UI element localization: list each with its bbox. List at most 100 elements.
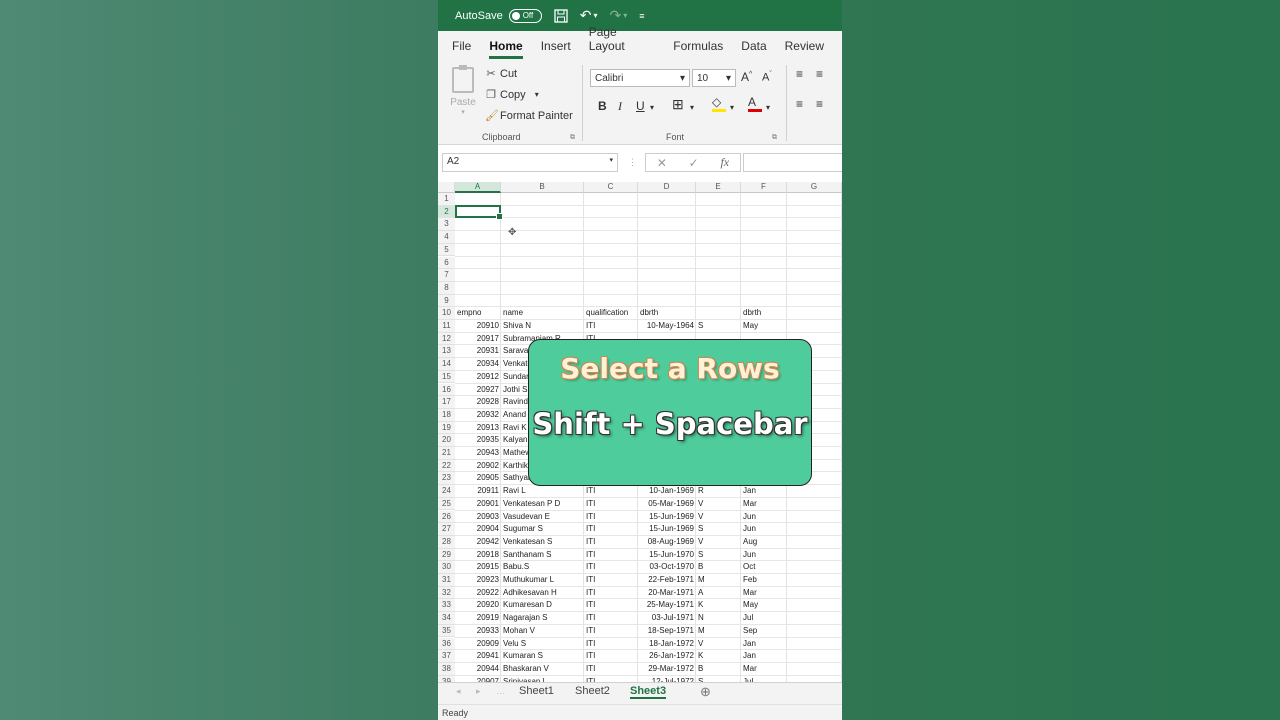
font-color-icon[interactable]: A [748,95,762,112]
table-cell[interactable]: V [698,498,739,511]
row-header[interactable]: 33 [438,599,455,613]
fill-color-dropdown-icon[interactable]: ▾ [730,103,734,112]
table-cell[interactable]: S [698,549,739,562]
select-all-corner[interactable] [438,182,455,193]
table-cell[interactable]: 20928 [457,396,499,409]
row-header[interactable]: 11 [438,320,455,333]
table-cell[interactable]: May [743,320,785,333]
table-cell[interactable]: ITI [586,523,636,536]
row-header[interactable]: 16 [438,383,455,397]
row-header[interactable]: 32 [438,586,455,600]
underline-button[interactable]: U [636,99,645,113]
column-header[interactable]: E [696,182,741,193]
table-cell[interactable]: Venkatesan P D [503,498,582,511]
font-color-dropdown-icon[interactable]: ▾ [766,103,770,112]
table-cell[interactable]: V [698,638,739,651]
column-header[interactable]: A [455,182,501,193]
table-cell[interactable]: N [698,612,739,625]
row-header[interactable]: 18 [438,408,455,422]
table-cell[interactable]: 29-Mar-1972 [640,663,694,676]
undo-icon[interactable]: ↶ ▾ [580,7,598,24]
row-header[interactable]: 4 [438,231,455,244]
table-cell[interactable]: S [698,320,739,333]
row-header[interactable]: 9 [438,294,455,308]
tab-home[interactable]: Home [489,39,524,59]
tab-formulas[interactable]: Formulas [673,39,723,59]
tab-data[interactable]: Data [741,39,766,59]
table-cell[interactable]: Mar [743,587,785,600]
table-cell[interactable]: 18-Sep-1971 [640,625,694,638]
table-cell[interactable]: Venkatesan S [503,536,582,549]
column-label-cell[interactable]: empno [457,307,499,320]
table-cell[interactable]: M [698,574,739,587]
row-header[interactable]: 25 [438,497,455,511]
underline-dropdown-icon[interactable]: ▾ [650,103,654,112]
table-cell[interactable]: M [698,625,739,638]
row-header[interactable]: 24 [438,485,455,498]
table-cell[interactable]: Jun [743,523,785,536]
table-cell[interactable]: May [743,599,785,612]
fill-color-icon[interactable]: ◇ [712,95,726,112]
save-icon[interactable] [554,8,568,23]
row-header[interactable]: 2 [438,205,455,219]
table-cell[interactable]: Jun [743,549,785,562]
table-cell[interactable]: ITI [586,587,636,600]
borders-dropdown-icon[interactable]: ▾ [690,103,694,112]
table-cell[interactable]: Muthukumar L [503,574,582,587]
table-cell[interactable]: Jul [743,612,785,625]
table-cell[interactable]: ITI [586,511,636,524]
table-cell[interactable]: Jun [743,511,785,524]
table-cell[interactable]: Oct [743,561,785,574]
table-cell[interactable]: Ravi L [503,485,582,498]
table-cell[interactable]: 20910 [457,320,499,333]
row-header[interactable]: 1 [438,193,455,206]
table-cell[interactable]: ITI [586,320,636,333]
row-header[interactable]: 13 [438,345,455,359]
table-cell[interactable]: 20918 [457,549,499,562]
table-cell[interactable]: ITI [586,498,636,511]
row-header[interactable]: 6 [438,256,455,270]
borders-icon[interactable]: ⊞ [672,96,684,113]
column-header[interactable]: D [638,182,696,193]
table-cell[interactable]: 22-Feb-1971 [640,574,694,587]
tab-file[interactable]: File [452,39,471,59]
table-cell[interactable]: 18-Jan-1972 [640,638,694,651]
row-header[interactable]: 23 [438,472,455,486]
column-label-cell[interactable]: name [503,307,582,320]
align-left-icon[interactable]: ≡ [796,97,803,111]
table-cell[interactable]: 20904 [457,523,499,536]
row-header[interactable]: 22 [438,459,455,473]
table-cell[interactable]: Feb [743,574,785,587]
row-header[interactable]: 20 [438,434,455,447]
table-cell[interactable]: Mar [743,498,785,511]
table-cell[interactable]: 20943 [457,447,499,460]
table-cell[interactable]: 20915 [457,561,499,574]
row-header[interactable]: 28 [438,535,455,549]
sheet-tab-sheet3[interactable]: Sheet3 [630,685,667,699]
table-cell[interactable]: 20944 [457,663,499,676]
italic-button[interactable]: I [618,99,622,114]
bold-button[interactable]: B [598,99,607,113]
table-cell[interactable]: 20927 [457,384,499,397]
decrease-font-icon[interactable]: Aˇ [762,71,772,84]
table-cell[interactable]: B [698,663,739,676]
row-header[interactable]: 12 [438,332,455,346]
table-cell[interactable]: 15-Jun-1969 [640,523,694,536]
table-cell[interactable]: ITI [586,612,636,625]
row-header[interactable]: 10 [438,307,455,320]
table-cell[interactable]: V [698,536,739,549]
table-cell[interactable]: 20913 [457,422,499,435]
row-header[interactable]: 34 [438,612,455,625]
table-cell[interactable]: 20932 [457,409,499,422]
table-cell[interactable]: 20935 [457,434,499,447]
row-header[interactable]: 35 [438,624,455,638]
align-top-icon[interactable]: ≡ [796,67,803,81]
table-cell[interactable]: 20923 [457,574,499,587]
font-size-select[interactable]: 10 ▾ [692,69,736,87]
table-cell[interactable]: 20912 [457,371,499,384]
formula-input[interactable] [743,153,842,172]
table-cell[interactable]: ITI [586,561,636,574]
table-cell[interactable]: Jan [743,485,785,498]
table-cell[interactable]: ITI [586,663,636,676]
row-header[interactable]: 36 [438,637,455,651]
